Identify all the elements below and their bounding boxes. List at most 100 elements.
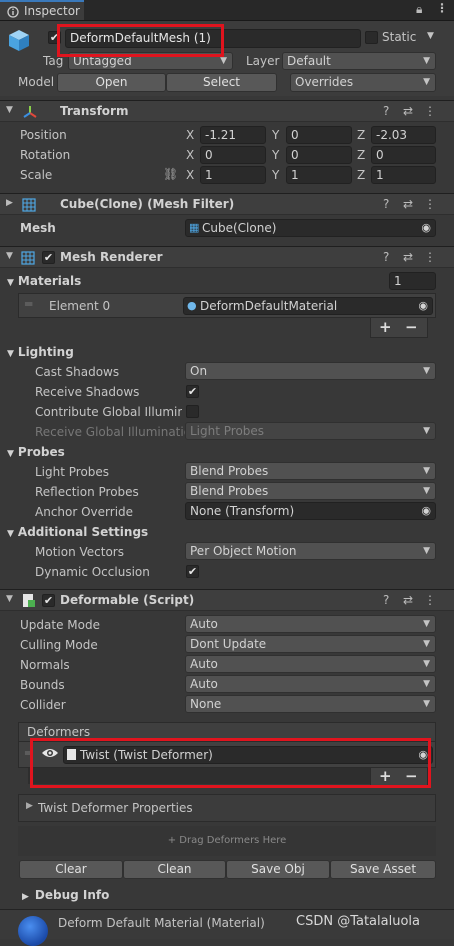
mesh-object-field[interactable]: ▦ Cube(Clone) ◉ [185, 219, 436, 237]
presets-icon[interactable]: ⇄ [403, 197, 413, 211]
more-options-icon[interactable]: ⋮ [436, 1, 448, 15]
axis-y-label: Y [272, 168, 280, 182]
update-mode-label: Update Mode [20, 618, 100, 632]
motion-vectors-dropdown[interactable]: Per Object Motion ▼ [185, 542, 436, 560]
axis-y-label: Y [272, 128, 280, 142]
rotation-x-field[interactable]: 0 [200, 146, 266, 164]
transform-header[interactable]: ▼ Transform ? ⇄ ⋮ [0, 100, 454, 122]
light-probes-label: Light Probes [35, 465, 110, 479]
more-options-icon[interactable]: ⋮ [424, 593, 436, 607]
mesh-renderer-header[interactable]: ▼ ✔ Mesh Renderer ? ⇄ ⋮ [0, 246, 454, 268]
clean-button[interactable]: Clean [123, 860, 226, 879]
help-icon[interactable]: ? [383, 197, 389, 211]
foldout-arrow-icon[interactable]: ▶ [26, 801, 33, 811]
material-preview-bar[interactable]: Deform Default Material (Material) CSDN … [0, 909, 454, 946]
clear-button[interactable]: Clear [19, 860, 123, 879]
light-probes-dropdown[interactable]: Blend Probes ▼ [185, 462, 436, 480]
cast-shadows-dropdown[interactable]: On ▼ [185, 362, 436, 380]
layer-dropdown[interactable]: Default ▼ [282, 52, 436, 70]
chevron-down-icon: ▼ [423, 77, 430, 87]
bounds-value: Auto [190, 677, 218, 691]
additional-settings-foldout[interactable]: ▼ Additional Settings [7, 525, 148, 539]
overrides-dropdown[interactable]: Overrides ▼ [290, 73, 436, 92]
drop-zone[interactable]: + Drag Deformers Here [18, 826, 436, 856]
rotation-label: Rotation [20, 148, 71, 162]
transform-title: Transform [60, 104, 129, 118]
enabled-checkbox[interactable]: ✔ [42, 251, 55, 264]
select-button[interactable]: Select [166, 73, 277, 92]
update-mode-dropdown[interactable]: Auto ▼ [185, 615, 436, 633]
twist-properties-foldout[interactable]: ▶ Twist Deformer Properties [18, 794, 436, 822]
rotation-z-field[interactable]: 0 [371, 146, 436, 164]
position-z-field[interactable]: -2.03 [371, 126, 436, 144]
culling-mode-dropdown[interactable]: Dont Update ▼ [185, 635, 436, 653]
materials-foldout[interactable]: ▼ Materials [7, 274, 81, 288]
contribute-gi-checkbox[interactable] [186, 405, 199, 418]
more-options-icon[interactable]: ⋮ [424, 197, 436, 211]
foldout-arrow-icon[interactable]: ▼ [6, 594, 13, 604]
debug-info-foldout[interactable]: ▶ Debug Info [22, 888, 109, 902]
materials-count-field[interactable]: 1 [389, 272, 436, 290]
scale-y-field[interactable]: 1 [286, 166, 352, 184]
foldout-arrow-icon[interactable]: ▼ [6, 105, 13, 115]
probes-foldout[interactable]: ▼ Probes [7, 445, 65, 459]
save-asset-button[interactable]: Save Asset [330, 860, 436, 879]
receive-gi-value: Light Probes [190, 424, 265, 438]
scale-z-field[interactable]: 1 [371, 166, 436, 184]
cast-shadows-label: Cast Shadows [35, 365, 120, 379]
receive-gi-dropdown: Light Probes ▼ [185, 422, 436, 440]
anchor-override-value: None (Transform) [190, 504, 295, 518]
presets-icon[interactable]: ⇄ [403, 104, 413, 118]
lighting-foldout[interactable]: ▼ Lighting [7, 345, 74, 359]
save-obj-button[interactable]: Save Obj [226, 860, 330, 879]
dynamic-occlusion-label: Dynamic Occlusion [35, 565, 150, 579]
twist-props-label: Twist Deformer Properties [38, 801, 193, 815]
receive-gi-label: Receive Global Illumination [35, 425, 185, 439]
receive-shadows-label: Receive Shadows [35, 385, 140, 399]
position-x-field[interactable]: -1.21 [200, 126, 266, 144]
collider-value: None [190, 697, 222, 711]
open-button[interactable]: Open [57, 73, 166, 92]
mesh-filter-title: Cube(Clone) (Mesh Filter) [60, 197, 235, 211]
enabled-checkbox[interactable]: ✔ [42, 594, 55, 607]
deformable-header[interactable]: ▼ ✔ Deformable (Script) ? ⇄ ⋮ [0, 589, 454, 611]
material-sphere-icon: ● [187, 299, 197, 312]
foldout-arrow-icon[interactable]: ▶ [6, 198, 13, 208]
normals-dropdown[interactable]: Auto ▼ [185, 655, 436, 673]
object-picker-icon[interactable]: ◉ [421, 503, 431, 519]
remove-element-icon[interactable]: − [405, 318, 418, 336]
more-options-icon[interactable]: ⋮ [424, 104, 436, 118]
help-icon[interactable]: ? [383, 250, 389, 264]
presets-icon[interactable]: ⇄ [403, 250, 413, 264]
more-options-icon[interactable]: ⋮ [424, 250, 436, 264]
link-icon[interactable]: ⛓︎ [163, 167, 178, 181]
foldout-arrow-icon[interactable]: ▼ [6, 251, 13, 261]
scale-x-field[interactable]: 1 [200, 166, 266, 184]
collider-dropdown[interactable]: None ▼ [185, 695, 436, 713]
presets-icon[interactable]: ⇄ [403, 593, 413, 607]
drag-handle-icon[interactable]: ═ [25, 297, 32, 311]
position-y-field[interactable]: 0 [286, 126, 352, 144]
mesh-filter-header[interactable]: ▶ Cube(Clone) (Mesh Filter) ? ⇄ ⋮ [0, 193, 454, 215]
receive-shadows-checkbox[interactable]: ✔ [186, 385, 199, 398]
reflection-probes-dropdown[interactable]: Blend Probes ▼ [185, 482, 436, 500]
dynamic-occlusion-checkbox[interactable]: ✔ [186, 565, 199, 578]
rotation-y-field[interactable]: 0 [286, 146, 352, 164]
culling-mode-value: Dont Update [190, 637, 267, 651]
help-icon[interactable]: ? [383, 104, 389, 118]
add-element-icon[interactable]: + [379, 318, 392, 336]
anchor-override-field[interactable]: None (Transform) ◉ [185, 502, 436, 520]
static-dropdown-arrow[interactable]: ▼ [427, 31, 434, 41]
lock-icon[interactable]: 🔒︎ [416, 2, 422, 17]
bounds-dropdown[interactable]: Auto ▼ [185, 675, 436, 693]
tab-inspector[interactable]: Inspector [0, 0, 84, 20]
element0-material-field[interactable]: ● DeformDefaultMaterial ◉ [183, 297, 433, 315]
object-picker-icon[interactable]: ◉ [418, 298, 428, 314]
chevron-down-icon: ▼ [423, 56, 430, 66]
help-icon[interactable]: ? [383, 593, 389, 607]
prefab-cube-icon [9, 30, 29, 51]
static-checkbox[interactable] [365, 31, 378, 44]
motion-vectors-label: Motion Vectors [35, 545, 124, 559]
element0-label: Element 0 [49, 299, 111, 313]
object-picker-icon[interactable]: ◉ [421, 220, 431, 236]
